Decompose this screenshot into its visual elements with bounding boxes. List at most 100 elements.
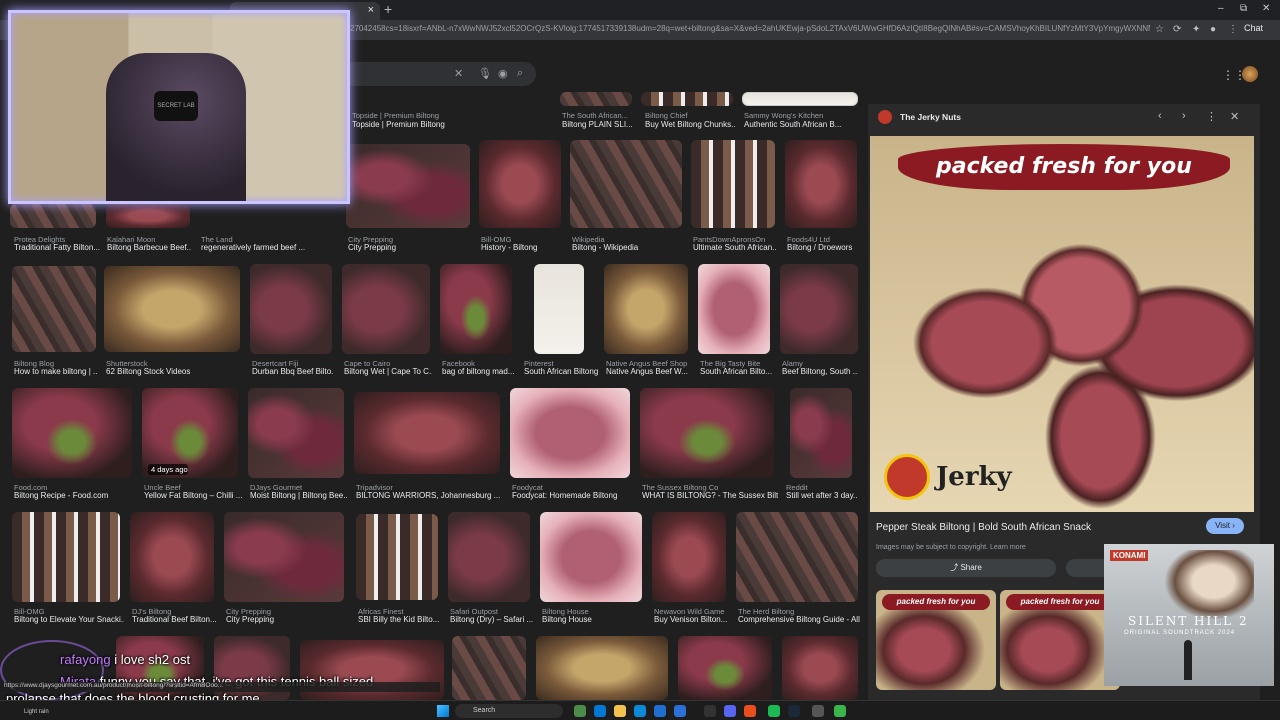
image-result[interactable] xyxy=(560,92,632,106)
chat-button[interactable]: Chat xyxy=(1244,23,1263,33)
preview-image[interactable]: packed fresh for you Jerky xyxy=(870,136,1254,512)
result-title[interactable]: Biltong - Wikipedia xyxy=(572,243,682,252)
search-input[interactable]: ✕ 🎙 ◉ ⌕ xyxy=(340,62,536,86)
close-tab-icon[interactable]: × xyxy=(368,4,374,16)
lens-search-icon[interactable]: ◉ xyxy=(498,67,508,80)
image-result[interactable] xyxy=(12,512,120,602)
image-result[interactable] xyxy=(570,140,682,228)
taskbar-search[interactable]: Search xyxy=(455,704,563,718)
image-result[interactable] xyxy=(104,266,240,352)
image-result[interactable] xyxy=(691,140,775,228)
image-result[interactable] xyxy=(130,512,214,602)
app-icon[interactable] xyxy=(574,705,586,717)
result-title[interactable]: Biltong Barbecue Beef... xyxy=(107,243,191,252)
app-icon[interactable] xyxy=(594,705,606,717)
start-button[interactable] xyxy=(437,705,449,717)
result-title[interactable]: Biltong Recipe - Food.com xyxy=(14,491,134,500)
result-title[interactable]: Foodycat: Homemade Biltong xyxy=(512,491,636,500)
next-icon[interactable]: › xyxy=(1182,110,1186,122)
result-title[interactable]: Buy Venison Bilton... xyxy=(654,615,734,624)
close-window-icon[interactable]: ✕ xyxy=(1262,3,1270,14)
result-title[interactable]: SBI Billy the Kid Bilto... xyxy=(358,615,444,624)
image-result[interactable] xyxy=(342,264,430,354)
minimize-icon[interactable]: – xyxy=(1218,3,1224,14)
result-title[interactable]: regeneratively farmed beef ... xyxy=(201,243,341,252)
image-result[interactable] xyxy=(652,512,726,602)
image-result[interactable] xyxy=(248,388,344,478)
result-title[interactable]: Biltong / Droewors xyxy=(787,243,859,252)
steam-icon[interactable] xyxy=(788,705,800,717)
edge-icon[interactable] xyxy=(634,705,646,717)
image-result[interactable] xyxy=(540,512,642,602)
result-title[interactable]: Topside | Premium Biltong xyxy=(352,120,472,129)
extensions-icon[interactable]: ✦ xyxy=(1192,24,1200,35)
profile-icon[interactable]: ● xyxy=(1210,24,1216,35)
image-result[interactable] xyxy=(604,264,688,354)
result-title[interactable]: Biltong House xyxy=(542,615,646,624)
result-title[interactable]: Native Angus Beef W... xyxy=(606,367,694,376)
result-title[interactable]: Ultimate South African... xyxy=(693,243,777,252)
image-result[interactable] xyxy=(452,636,526,700)
reload-icon[interactable]: ⟳ xyxy=(1173,24,1181,35)
result-title[interactable]: bag of biltong mad... xyxy=(442,367,518,376)
image-result[interactable] xyxy=(785,140,857,228)
image-result[interactable] xyxy=(440,264,512,354)
avatar[interactable] xyxy=(1242,66,1258,82)
app-icon[interactable] xyxy=(704,705,716,717)
result-title[interactable]: BILTONG WARRIORS, Johannesburg ... xyxy=(356,491,504,500)
result-title[interactable]: 62 Biltong Stock Videos xyxy=(106,367,236,376)
chrome-icon[interactable] xyxy=(744,705,756,717)
result-title[interactable]: City Prepping xyxy=(226,615,346,624)
share-button[interactable]: ⤴ Share xyxy=(876,559,1056,577)
image-result[interactable] xyxy=(780,264,858,354)
result-title[interactable]: Biltong PLAIN SLI... xyxy=(562,120,632,129)
preview-title[interactable]: Pepper Steak Biltong | Bold South Africa… xyxy=(876,522,1091,533)
maximize-icon[interactable]: ⧉ xyxy=(1240,3,1247,14)
image-result[interactable] xyxy=(790,388,852,478)
new-tab-icon[interactable]: + xyxy=(384,1,392,17)
spotify-icon[interactable] xyxy=(768,705,780,717)
result-title[interactable]: How to make biltong | ... xyxy=(14,367,98,376)
image-result[interactable] xyxy=(678,636,772,700)
image-result[interactable] xyxy=(356,514,438,600)
search-icon[interactable]: ⌕ xyxy=(517,67,523,80)
image-result[interactable] xyxy=(510,388,630,478)
image-result[interactable] xyxy=(10,204,96,228)
image-result[interactable] xyxy=(782,636,858,700)
result-title[interactable]: Buy Wet Biltong Chunks... xyxy=(645,120,735,129)
result-title[interactable]: Yellow Fat Biltong – Chilli ... xyxy=(144,491,242,500)
image-result[interactable] xyxy=(736,512,858,602)
image-result[interactable] xyxy=(698,264,770,354)
result-title[interactable]: Traditional Beef Bilton... xyxy=(132,615,222,624)
result-title[interactable]: Biltong (Dry) – Safari ... xyxy=(450,615,534,624)
voice-search-icon[interactable]: 🎙 xyxy=(478,67,492,80)
app-icon[interactable] xyxy=(654,705,666,717)
result-title[interactable]: Still wet after 3 day... xyxy=(786,491,858,500)
result-title[interactable]: Authentic South African B... xyxy=(744,120,858,129)
visit-button[interactable]: Visit › xyxy=(1206,518,1244,534)
image-result[interactable] xyxy=(536,636,668,700)
result-title[interactable]: WHAT IS BILTONG? - The Sussex Bilt... xyxy=(642,491,778,500)
related-image[interactable]: packed fresh for you xyxy=(876,590,996,690)
discord-icon[interactable] xyxy=(724,705,736,717)
result-title[interactable]: City Prepping xyxy=(348,243,468,252)
clear-search-icon[interactable]: ✕ xyxy=(454,67,463,80)
app-icon[interactable] xyxy=(834,705,846,717)
app-icon[interactable] xyxy=(812,705,824,717)
file-explorer-icon[interactable] xyxy=(614,705,626,717)
related-image[interactable]: packed fresh for you xyxy=(1000,590,1120,690)
url-text[interactable]: 27042458cs=18isxrf=ANbL-n7xWwNWJ52xcl52O… xyxy=(350,24,1150,33)
image-result[interactable] xyxy=(448,512,530,602)
result-title[interactable]: Durban Bbq Beef Bilto... xyxy=(252,367,334,376)
image-result[interactable] xyxy=(224,512,344,602)
result-title[interactable]: History - Biltong xyxy=(481,243,563,252)
image-result[interactable] xyxy=(534,264,584,354)
result-title[interactable]: Biltong Wet | Cape To C... xyxy=(344,367,432,376)
result-title[interactable]: South African Biltong xyxy=(524,367,598,376)
result-title[interactable]: Biltong to Elevate Your Snacki... xyxy=(14,615,124,624)
image-result[interactable] xyxy=(346,144,470,228)
result-title[interactable]: South African Bilto... xyxy=(700,367,776,376)
result-title[interactable]: Beef Biltong, South ... xyxy=(782,367,858,376)
image-result[interactable] xyxy=(106,204,190,228)
preview-source[interactable]: The Jerky Nuts xyxy=(900,112,961,122)
